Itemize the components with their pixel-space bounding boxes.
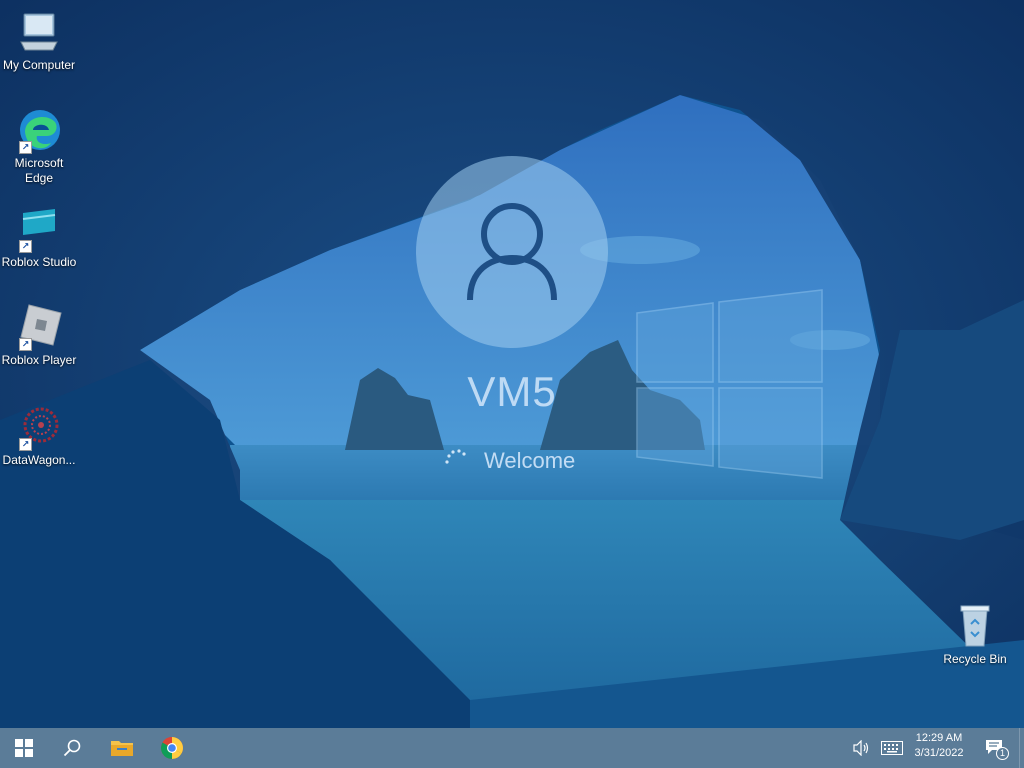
chrome-icon [161,737,183,759]
shortcut-arrow-icon: ↗ [19,240,32,253]
taskbar: 12:29 AM 3/31/2022 1 [0,728,1024,768]
user-silhouette-icon [467,203,557,301]
desktop-icon-label: DataWagon... [2,453,76,467]
login-username: VM5 [467,368,557,415]
clock-time: 12:29 AM [915,732,963,744]
desktop-icon-microsoft-edge[interactable]: ↗ Microsoft Edge [0,106,78,186]
desktop-icon-label: Microsoft Edge [14,156,64,185]
clock[interactable]: 12:29 AM 3/31/2022 [906,731,972,761]
folder-icon [111,741,133,756]
desktop-wallpaper [0,0,1024,728]
show-desktop-button[interactable] [1019,728,1024,768]
welcome-status: Welcome [440,446,620,474]
desktop-icon-label: Recycle Bin [943,652,1007,666]
search-button[interactable] [48,728,96,768]
desktop-icon-roblox-studio[interactable]: ↗ Roblox Studio [0,205,78,270]
action-center-button[interactable]: 1 [974,728,1018,768]
edge-icon: ↗ [15,106,63,154]
computer-icon [15,8,63,56]
clock-date: 3/31/2022 [914,747,964,759]
desktop-icon-label: My Computer [2,58,76,72]
user-avatar [416,156,608,348]
windows-logo-icon [15,739,33,757]
roblox-studio-icon: ↗ [15,205,63,253]
desktop-icon-label: Roblox Studio [1,255,77,269]
keyboard-icon [881,741,903,755]
search-icon [63,739,81,757]
desktop-icon-datawagon[interactable]: ↗ DataWagon... [0,403,78,468]
loading-spinner-icon [445,449,466,464]
welcome-text: Welcome [484,448,576,473]
desktop-icon-roblox-player[interactable]: ↗ Roblox Player [0,303,78,368]
desktop-icon-my-computer[interactable]: My Computer [0,8,78,73]
datawagon-icon: ↗ [15,403,63,451]
chrome-button[interactable] [148,728,196,768]
shortcut-arrow-icon: ↗ [19,141,32,154]
shortcut-arrow-icon: ↗ [19,438,32,451]
desktop-icon-label: Roblox Player [1,353,77,367]
notification-count-badge: 1 [996,747,1009,760]
desktop-icon-recycle-bin[interactable]: Recycle Bin [936,602,1014,667]
speaker-icon [853,740,869,756]
start-button[interactable] [0,728,48,768]
file-explorer-button[interactable] [98,728,146,768]
recycle-bin-icon [951,602,999,650]
shortcut-arrow-icon: ↗ [19,338,32,351]
roblox-player-icon: ↗ [15,303,63,351]
